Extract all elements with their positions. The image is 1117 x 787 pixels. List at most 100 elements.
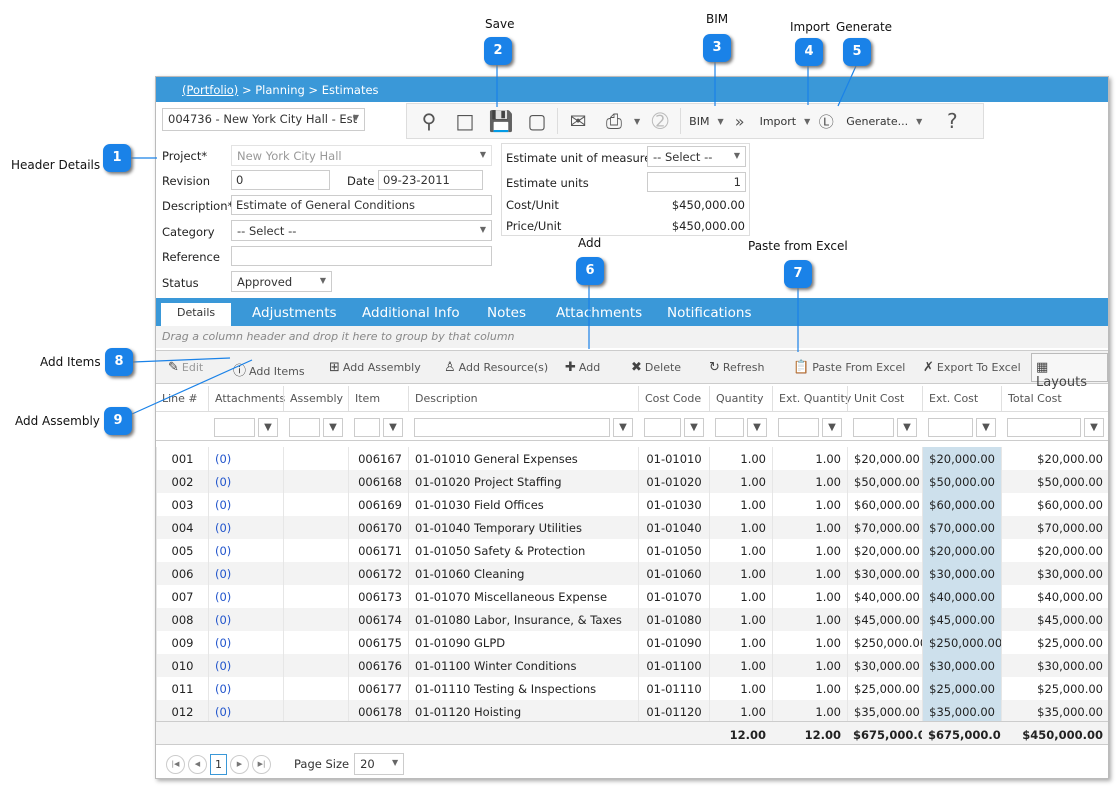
refresh-button[interactable]: ↻ Refresh [709, 360, 764, 375]
add-items-button[interactable]: ⓘ Add Items [233, 360, 305, 379]
filter-input-description[interactable] [414, 418, 610, 437]
table-row[interactable]: 004 (0) 006170 01-01040 Temporary Utilities… [156, 516, 1108, 539]
column-header-ext-cost[interactable]: Ext. Cost [922, 386, 1001, 411]
estimate-select[interactable]: 004736 - New York City Hall - Est ▼ [162, 108, 365, 131]
next-page-icon[interactable]: ▶ [230, 754, 249, 774]
chevron-down-icon[interactable]: ▼ [634, 117, 640, 126]
filter-icon[interactable]: ▼ [613, 418, 633, 437]
import-icon[interactable]: » [728, 112, 752, 131]
table-row[interactable]: 012 (0) 006178 01-01120 Hoisting 01-01120 1.0… [156, 700, 1108, 723]
filter-icon[interactable]: ▼ [1084, 418, 1104, 437]
table-row[interactable]: 008 (0) 006174 01-01080 Labor, Insurance, &… [156, 608, 1108, 631]
cell-attachments[interactable]: (0) [208, 516, 283, 539]
layouts-button[interactable]: ▦ Layouts [1031, 353, 1108, 390]
cell-attachments[interactable]: (0) [208, 631, 283, 654]
paste-from-excel-button[interactable]: 📋 Paste From Excel [793, 360, 905, 375]
filter-icon[interactable]: ▼ [684, 418, 704, 437]
filter-input-attachments[interactable] [214, 418, 255, 437]
table-row[interactable]: 007 (0) 006173 01-01070 Miscellaneous Expen… [156, 585, 1108, 608]
description-input[interactable]: Estimate of General Conditions [231, 195, 492, 215]
filter-icon[interactable]: ▼ [976, 418, 996, 437]
filter-icon[interactable]: ▼ [747, 418, 767, 437]
last-page-icon[interactable]: ▶| [252, 754, 271, 774]
delete-document-icon[interactable]: ▢ [521, 109, 553, 133]
table-row[interactable]: 005 (0) 006171 01-01050 Safety & Protection… [156, 539, 1108, 562]
chevron-down-icon[interactable]: ▼ [916, 117, 922, 126]
cell-attachments[interactable]: (0) [208, 700, 283, 723]
filter-icon[interactable]: ▼ [383, 418, 403, 437]
delete-button[interactable]: ✖ Delete [631, 360, 681, 375]
group-drop-area[interactable]: Drag a column header and drop it here to… [156, 326, 1108, 348]
column-header-item[interactable]: Item [348, 386, 408, 411]
chevron-down-icon[interactable]: ▼ [804, 117, 810, 126]
units-input[interactable]: 1 [647, 172, 746, 192]
print-icon[interactable]: ⎙ [598, 109, 630, 133]
table-row[interactable]: 003 (0) 006169 01-01030 Field Offices 01-010… [156, 493, 1108, 516]
cell-attachments[interactable]: (0) [208, 539, 283, 562]
cell-attachments[interactable]: (0) [208, 608, 283, 631]
new-document-icon[interactable]: □ [449, 109, 481, 133]
filter-input-unit-cost[interactable] [853, 418, 894, 437]
column-header-assembly[interactable]: Assembly [283, 386, 348, 411]
tab-details[interactable]: Details [161, 303, 232, 326]
add-assembly-button[interactable]: ⊞ Add Assembly [329, 360, 421, 375]
column-header-total-cost[interactable]: Total Cost [1001, 386, 1109, 411]
cell-attachments[interactable]: (0) [208, 585, 283, 608]
filter-icon[interactable]: ▼ [323, 418, 343, 437]
table-row[interactable]: 006 (0) 006172 01-01060 Cleaning 01-01060 1.0… [156, 562, 1108, 585]
tab-notifications[interactable]: Notifications [667, 305, 752, 321]
save-icon[interactable]: 💾 [485, 109, 517, 133]
tab-attachments[interactable]: Attachments [556, 305, 642, 321]
email-icon[interactable]: ✉ [562, 109, 594, 133]
filter-input-cost-code[interactable] [644, 418, 681, 437]
reference-input[interactable] [231, 246, 492, 266]
generate-button[interactable]: Generate... [842, 115, 912, 128]
export-to-excel-button[interactable]: ✗ Export To Excel [923, 360, 1021, 375]
bim-button[interactable]: BIM [685, 115, 713, 128]
filter-icon[interactable]: ▼ [897, 418, 917, 437]
table-row[interactable]: 011 (0) 006177 01-01110 Testing & Inspectio… [156, 677, 1108, 700]
cell-attachments[interactable]: (0) [208, 677, 283, 700]
search-icon[interactable]: ⚲ [413, 109, 445, 133]
status-select[interactable]: Approved ▼ [231, 271, 332, 292]
prev-page-icon[interactable]: ◀ [188, 754, 207, 774]
filter-icon[interactable]: ▼ [822, 418, 842, 437]
filter-input-item[interactable] [354, 418, 380, 437]
filter-input-assembly[interactable] [289, 418, 320, 437]
column-header-cost-code[interactable]: Cost Code [638, 386, 709, 411]
breadcrumb-portfolio-link[interactable]: (Portfolio) [182, 83, 238, 97]
tab-additional-info[interactable]: Additional Info [362, 305, 460, 321]
import-button[interactable]: Import [756, 115, 801, 128]
revision-input[interactable]: 0 [231, 170, 330, 190]
current-page[interactable]: 1 [210, 753, 227, 775]
edit-button[interactable]: ✎ Edit [168, 360, 203, 375]
chevron-down-icon[interactable]: ▼ [717, 117, 723, 126]
filter-icon[interactable]: ▼ [258, 418, 278, 437]
cell-attachments[interactable]: (0) [208, 562, 283, 585]
column-header-attachments[interactable]: Attachments [208, 386, 285, 411]
uom-select[interactable]: -- Select -- ▼ [647, 146, 746, 167]
filter-input-quantity[interactable] [715, 418, 744, 437]
help-icon[interactable]: ? [936, 109, 968, 133]
generate-icon[interactable]: Ⓛ [814, 111, 838, 132]
column-header-quantity[interactable]: Quantity [709, 386, 772, 411]
filter-input-ext-quantity[interactable] [778, 418, 819, 437]
table-row[interactable]: 002 (0) 006168 01-01020 Project Staffing 01-… [156, 470, 1108, 493]
table-row[interactable]: 010 (0) 006176 01-01100 Winter Conditions 01… [156, 654, 1108, 677]
cell-attachments[interactable]: (0) [208, 447, 283, 470]
page-size-select[interactable]: 20 ▼ [354, 753, 405, 775]
tab-notes[interactable]: Notes [487, 305, 526, 321]
filter-input-ext-cost[interactable] [928, 418, 973, 437]
cell-attachments[interactable]: (0) [208, 470, 283, 493]
category-select[interactable]: -- Select -- ▼ [231, 220, 492, 241]
tab-adjustments[interactable]: Adjustments [252, 305, 337, 321]
date-input[interactable]: 09-23-2011 [378, 170, 483, 190]
column-header-unit-cost[interactable]: Unit Cost [847, 386, 922, 411]
cell-attachments[interactable]: (0) [208, 493, 283, 516]
column-header-line[interactable]: Line # [156, 386, 208, 411]
cell-attachments[interactable]: (0) [208, 654, 283, 677]
first-page-icon[interactable]: |◀ [166, 754, 185, 774]
filter-input-total-cost[interactable] [1007, 418, 1081, 437]
column-header-ext-quantity[interactable]: Ext. Quantity [772, 386, 851, 411]
add-button[interactable]: ✚ Add [565, 360, 600, 375]
